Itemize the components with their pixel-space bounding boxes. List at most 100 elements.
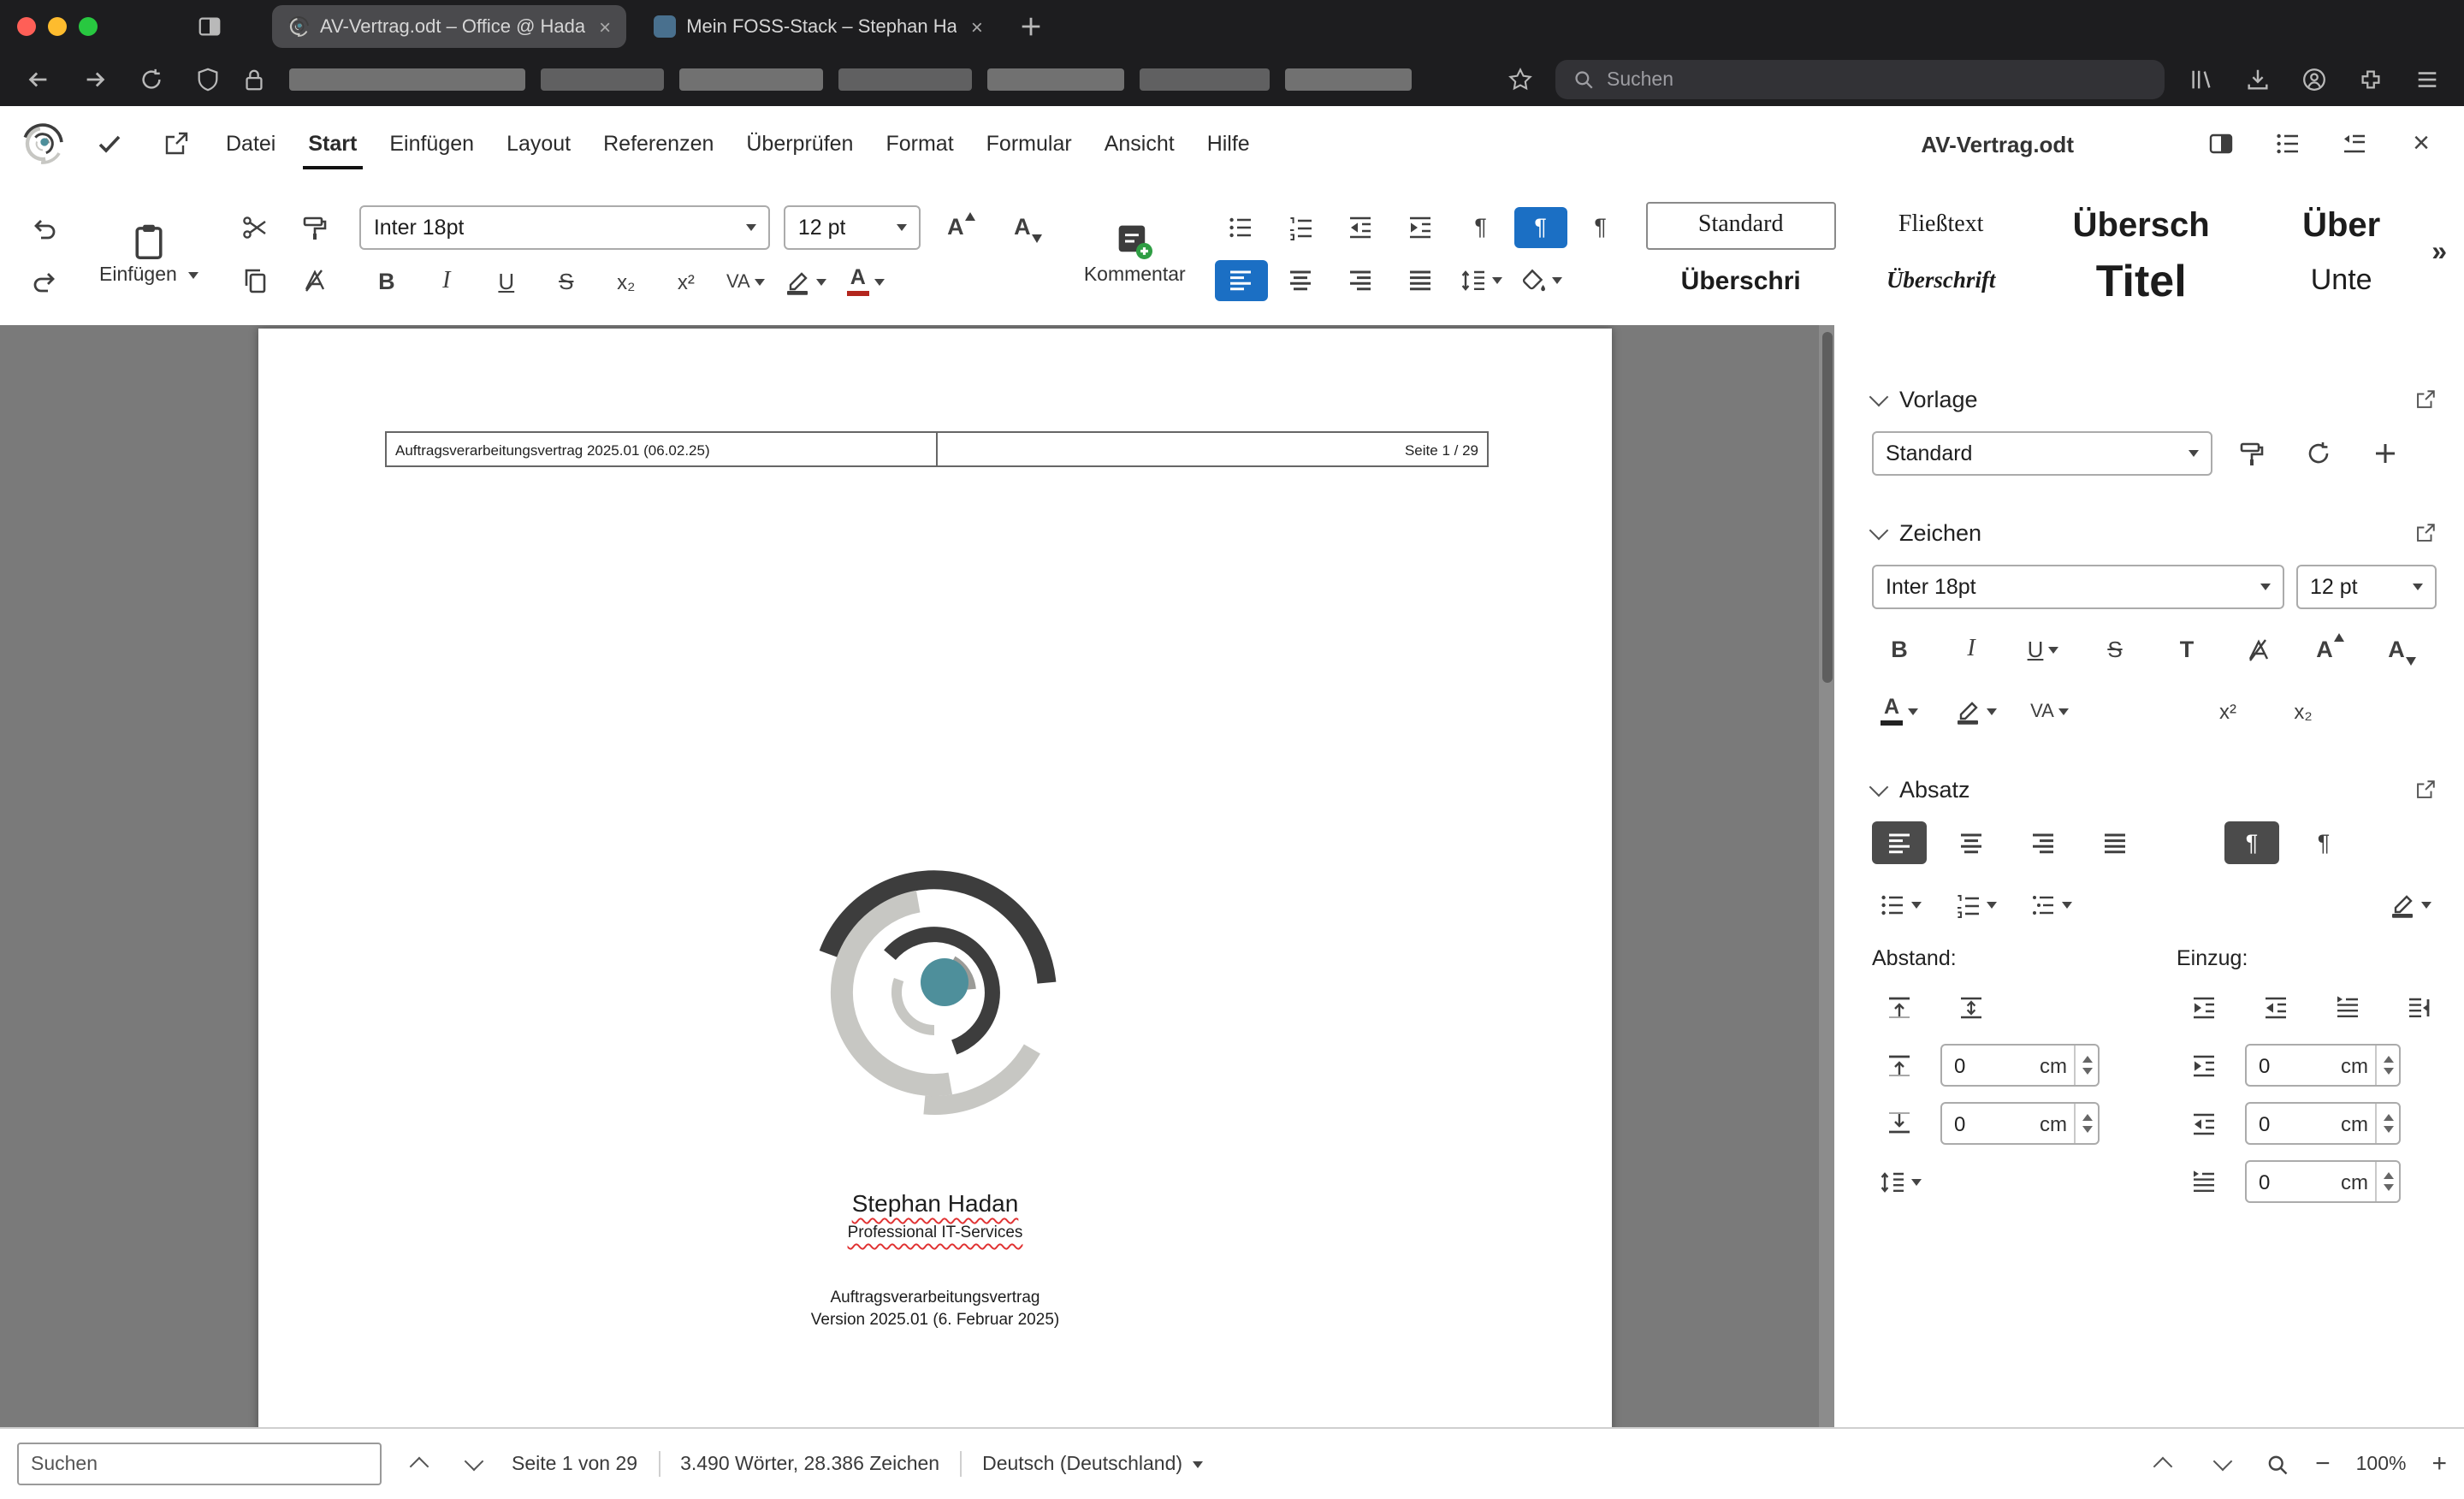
align-left-button[interactable] (1872, 821, 1927, 864)
undo-button[interactable] (17, 206, 70, 247)
document-canvas[interactable]: Auftragsverarbeitungsvertrag 2025.01 (06… (258, 329, 1612, 1427)
reload-button[interactable] (130, 61, 171, 98)
style-fliesstext[interactable]: Fließtext (1846, 202, 2036, 250)
first-line-indent-input[interactable]: 0 cm (2245, 1160, 2401, 1203)
underline-button[interactable]: U (2016, 628, 2070, 671)
align-left-button[interactable] (1214, 259, 1268, 300)
tab-foss-stack[interactable]: Mein FOSS-Stack – Stephan Ha × (638, 5, 998, 48)
text-direction-ltr-button[interactable]: ¶ (2224, 821, 2279, 864)
decrease-indent-button[interactable] (1335, 206, 1388, 247)
section-vorlage-header[interactable]: Vorlage (1869, 387, 2437, 412)
underline-button[interactable]: U (480, 261, 533, 302)
language-status[interactable]: Deutsch (Deutschland) (982, 1454, 1204, 1474)
tab-av-vertrag[interactable]: AV-Vertrag.odt – Office @ Hada × (272, 5, 627, 48)
update-style-button[interactable] (2291, 432, 2346, 475)
list-view-icon[interactable] (2266, 123, 2310, 164)
sidebar-toggle-icon[interactable] (188, 8, 229, 45)
numbered-list-button[interactable] (1947, 883, 2002, 926)
tracking-shield-icon[interactable] (187, 61, 228, 98)
shrink-font-button[interactable]: A (1002, 206, 1055, 247)
stepper[interactable] (2375, 1046, 2399, 1085)
space-above-preset-button[interactable] (1872, 986, 1927, 1028)
search-previous-button[interactable] (402, 1447, 436, 1481)
subscript-button[interactable]: x₂ (2276, 690, 2331, 732)
paragraph-highlight-button[interactable] (2382, 883, 2437, 926)
italic-button[interactable]: I (1944, 628, 1999, 671)
strikethrough-button[interactable]: S (540, 261, 593, 302)
align-right-button[interactable] (2016, 821, 2070, 864)
increase-indent-button[interactable] (2177, 986, 2231, 1028)
space-equal-preset-button[interactable] (1944, 986, 1999, 1028)
text-direction-ltr-button[interactable]: ¶ (1513, 206, 1567, 247)
scrollbar-thumb[interactable] (1821, 332, 1833, 683)
align-justify-button[interactable] (1395, 259, 1448, 300)
page-count-status[interactable]: Seite 1 von 29 (512, 1454, 637, 1474)
collapse-down-button[interactable] (2206, 1447, 2240, 1481)
grow-font-button[interactable]: A (935, 206, 988, 247)
sidebar-font-name-combo[interactable]: Inter 18pt (1872, 565, 2284, 609)
menu-hilfe[interactable]: Hilfe (1202, 125, 1255, 163)
document-nav-icon[interactable] (2332, 123, 2377, 164)
add-style-button[interactable] (2358, 432, 2413, 475)
zoom-level[interactable]: 100% (2356, 1454, 2407, 1474)
zoom-window-button[interactable] (79, 17, 98, 36)
document-search-input[interactable] (17, 1443, 382, 1485)
bookmark-star-icon[interactable] (1499, 61, 1540, 98)
line-spacing-button[interactable] (1872, 1160, 1927, 1203)
before-text-indent-input[interactable]: 0 cm (2245, 1044, 2401, 1087)
text-direction-rtl-button[interactable]: ¶ (2296, 821, 2351, 864)
after-text-indent-input[interactable]: 0 cm (2245, 1102, 2401, 1145)
open-dialog-icon[interactable] (2414, 388, 2437, 411)
formatting-marks-button[interactable]: ¶ (1454, 206, 1507, 247)
vertical-scrollbar[interactable] (1819, 325, 1834, 1427)
lock-icon[interactable] (233, 61, 274, 98)
library-icon[interactable] (2180, 61, 2221, 98)
search-next-button[interactable] (457, 1447, 491, 1481)
bold-button[interactable]: B (360, 261, 413, 302)
section-zeichen-header[interactable]: Zeichen (1869, 520, 2437, 546)
tab-close-icon[interactable]: × (971, 15, 983, 39)
forward-button[interactable] (74, 61, 115, 98)
grow-font-button[interactable]: A (2303, 628, 2358, 671)
outline-list-button[interactable] (2023, 883, 2077, 926)
hanging-indent-button[interactable] (2392, 986, 2447, 1028)
highlight-color-button[interactable] (1947, 690, 2002, 732)
style-titel[interactable]: Titel (2046, 257, 2236, 305)
font-color-button[interactable]: A (839, 261, 892, 302)
character-spacing-button[interactable]: VA (2023, 690, 2077, 732)
character-spacing-button[interactable]: VA (720, 261, 773, 302)
strikethrough-button[interactable]: S (2088, 628, 2142, 671)
shadow-button[interactable]: T (2159, 628, 2214, 671)
sidebar-panel-toggle-icon[interactable] (2199, 123, 2243, 164)
copy-button[interactable] (228, 259, 281, 300)
align-right-button[interactable] (1335, 259, 1388, 300)
highlight-color-button[interactable] (779, 261, 832, 302)
save-check-icon[interactable] (87, 123, 132, 164)
account-icon[interactable] (2293, 61, 2334, 98)
close-document-icon[interactable]: × (2399, 123, 2443, 164)
bullet-list-button[interactable] (1872, 883, 1927, 926)
stepper[interactable] (2375, 1104, 2399, 1143)
superscript-button[interactable]: x² (2200, 690, 2255, 732)
italic-button[interactable]: I (420, 261, 473, 302)
sidebar-font-size-combo[interactable]: 12 pt (2296, 565, 2437, 609)
style-ueberschrift-clipped[interactable]: Über (2247, 202, 2414, 250)
space-above-input[interactable]: 0 cm (1940, 1044, 2100, 1087)
redo-button[interactable] (17, 259, 70, 300)
word-count-status[interactable]: 3.490 Wörter, 28.386 Zeichen (680, 1454, 939, 1474)
align-justify-button[interactable] (2088, 821, 2142, 864)
switch-indent-button[interactable] (2320, 986, 2375, 1028)
menu-layout[interactable]: Layout (501, 125, 576, 163)
open-dialog-icon[interactable] (2414, 522, 2437, 544)
line-spacing-button[interactable] (1454, 259, 1507, 300)
subscript-button[interactable]: x₂ (600, 261, 653, 302)
menu-start[interactable]: Start (303, 125, 364, 169)
style-ueberschrift-1[interactable]: Übersch (2046, 202, 2236, 250)
open-external-icon[interactable] (154, 123, 198, 164)
font-name-combo[interactable]: Inter 18pt (359, 204, 771, 249)
font-size-combo[interactable]: 12 pt (784, 204, 921, 249)
align-center-button[interactable] (1275, 259, 1328, 300)
menu-format[interactable]: Format (880, 125, 958, 163)
bold-button[interactable]: B (1872, 628, 1927, 671)
numbered-list-button[interactable] (1275, 206, 1328, 247)
